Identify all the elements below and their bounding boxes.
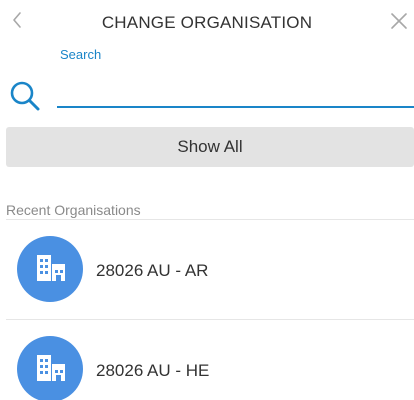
divider [6, 219, 414, 220]
divider [6, 319, 414, 320]
building-icon [37, 255, 65, 281]
change-organisation-screen: CHANGE ORGANISATION Search Show All Rece… [0, 0, 414, 400]
search-label: Search [60, 47, 102, 62]
search-input[interactable] [57, 78, 414, 108]
org-name: 28026 AU - HE [96, 361, 210, 380]
search-icon [8, 80, 42, 112]
org-avatar [17, 336, 83, 400]
recent-organisations-label: Recent Organisations [6, 202, 141, 218]
page-title: CHANGE ORGANISATION [101, 13, 313, 32]
close-icon [391, 13, 407, 29]
close-button[interactable] [389, 11, 409, 31]
building-icon [37, 355, 65, 381]
org-list-item[interactable]: 28026 AU - HE [0, 321, 414, 400]
org-name: 28026 AU - AR [96, 261, 209, 280]
show-all-button[interactable]: Show All [6, 127, 414, 167]
org-list-item[interactable]: 28026 AU - AR [0, 221, 414, 319]
org-avatar [17, 236, 83, 302]
header: CHANGE ORGANISATION [0, 0, 414, 48]
